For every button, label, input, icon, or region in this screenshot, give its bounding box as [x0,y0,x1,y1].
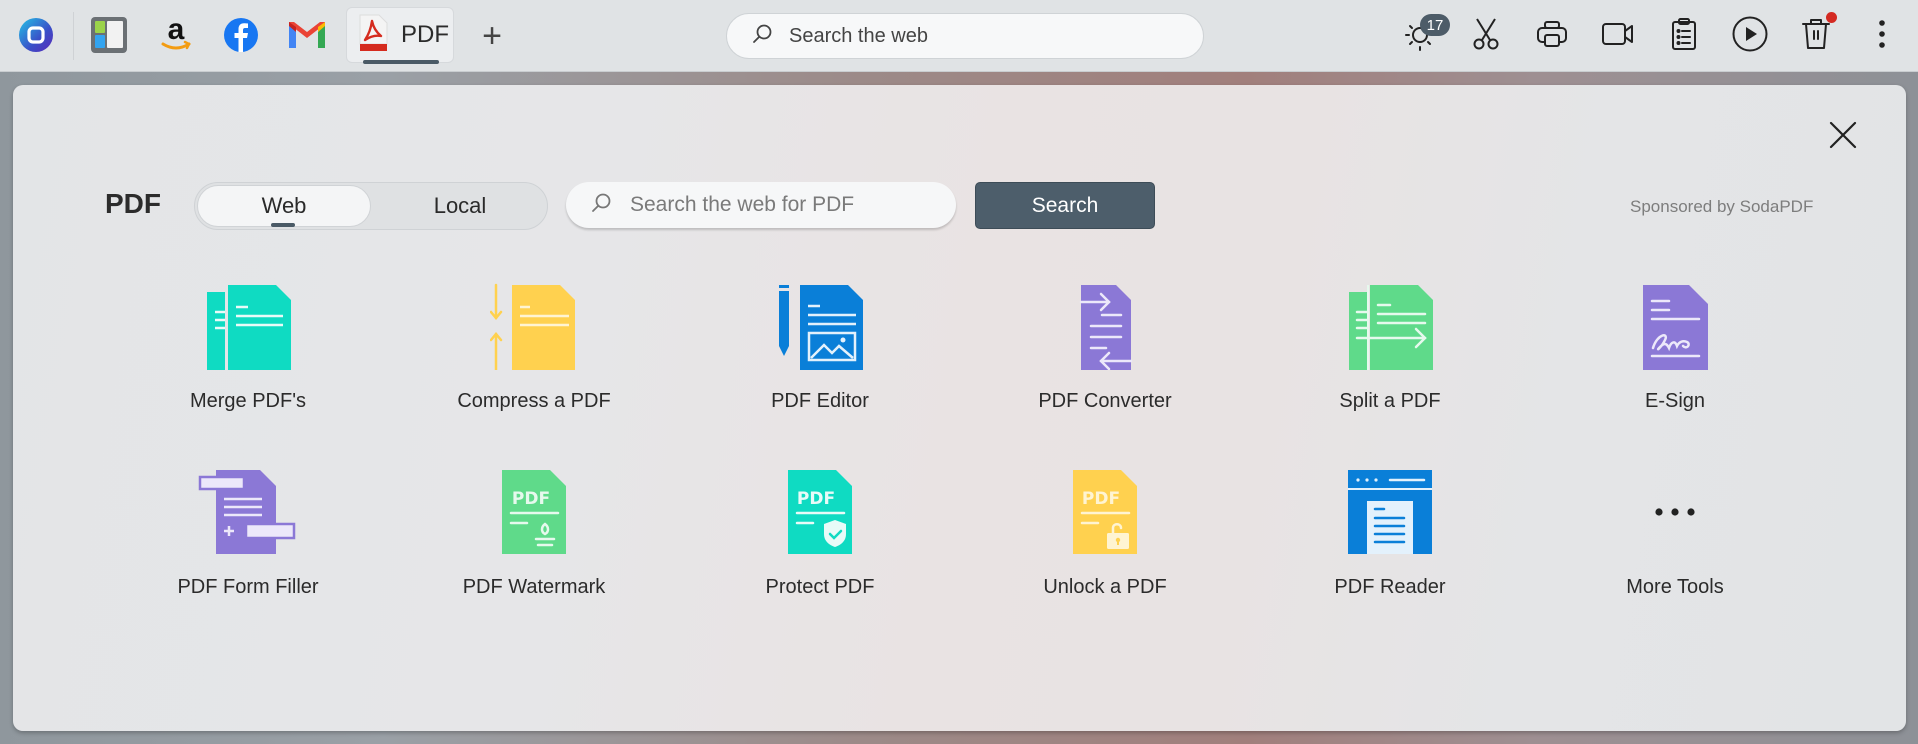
protect-pdf-icon: PDF [770,468,870,556]
print-icon [1536,19,1568,54]
form-filler-icon [198,468,298,556]
tool-label: PDF Watermark [462,576,606,598]
panel-title: PDF [105,188,161,219]
search-button[interactable]: Search [975,182,1155,229]
tool-more-tools[interactable]: More Tools [1555,468,1795,618]
play-icon [1731,15,1769,58]
pdf-search-bar[interactable] [566,182,956,228]
tool-label: Protect PDF [765,576,875,598]
tool-label: Split a PDF [1339,390,1441,412]
tool-label: PDF Reader [1334,576,1446,598]
trash-button[interactable] [1792,12,1840,60]
tool-label: Compress a PDF [457,390,611,412]
tool-label: More Tools [1626,576,1724,598]
new-tab-button[interactable]: + [470,14,514,58]
sidebar-app-icon[interactable] [86,12,132,58]
pdf-converter-icon [1055,282,1155,370]
tool-label: PDF Editor [771,390,869,412]
unlock-doc-text: PDF [1082,489,1120,509]
tool-compress-pdf[interactable]: Compress a PDF [414,282,654,432]
media-button[interactable] [1726,12,1774,60]
search-icon [590,192,612,219]
pdf-icon [357,14,389,57]
toggle-local[interactable]: Local [373,185,547,227]
pdf-search-input[interactable] [630,193,940,217]
merge-pdf-icon [198,282,298,370]
scissors-icon [1471,17,1501,56]
weather-button[interactable]: 17 [1396,12,1450,60]
web-search-bar[interactable] [726,13,1204,59]
record-button[interactable] [1594,12,1642,60]
active-tab-indicator [363,60,439,64]
clipboard-icon [1671,17,1697,56]
tool-label: E-Sign [1644,390,1706,412]
tool-form-filler[interactable]: PDF Form Filler [128,468,368,618]
web-search-input[interactable] [789,24,1169,48]
browser-toolbar: a PDF + Search the web 17 [0,0,1918,72]
esign-icon [1625,282,1725,370]
toggle-selected-indicator [271,223,295,227]
tool-protect-pdf[interactable]: PDF Protect PDF [700,468,940,618]
tool-pdf-reader[interactable]: PDF Reader [1270,468,1510,618]
watermark-doc-text: PDF [512,489,550,509]
tool-unlock-pdf[interactable]: PDF Unlock a PDF [985,468,1225,618]
notification-dot [1826,12,1837,23]
sponsored-label: Sponsored by SodaPDF [1630,197,1814,216]
weather-badge: 17 [1420,14,1450,36]
svg-text:a: a [168,15,185,46]
tool-pdf-editor[interactable]: PDF Editor [700,282,940,432]
tool-pdf-converter[interactable]: PDF Converter [985,282,1225,432]
gmail-icon[interactable] [284,12,330,58]
tool-label: Merge PDF's [189,390,307,412]
toolbar-divider [73,12,74,60]
tool-merge-pdf[interactable]: Merge PDF's [128,282,368,432]
watermark-icon: PDF [484,468,584,556]
close-icon [1826,121,1860,156]
unlock-pdf-icon: PDF [1055,468,1155,556]
source-toggle: Web Local [194,182,548,230]
search-icon [751,23,773,50]
amazon-icon[interactable]: a [153,12,199,58]
notes-button[interactable] [1660,12,1708,60]
compress-pdf-icon [484,282,584,370]
more-vert-icon [1877,18,1887,55]
tool-label: Unlock a PDF [1043,576,1167,598]
tool-split-pdf[interactable]: Split a PDF [1270,282,1510,432]
tool-label: PDF Form Filler [177,576,319,598]
protect-doc-text: PDF [797,489,835,509]
tab-label: PDF [401,21,449,48]
tool-watermark[interactable]: PDF PDF Watermark [414,468,654,618]
pdf-reader-icon [1340,468,1440,556]
tool-esign[interactable]: E-Sign [1555,282,1795,432]
tab-pdf[interactable]: PDF [346,7,454,64]
trash-icon [1801,17,1831,56]
split-pdf-icon [1340,282,1440,370]
tool-label: PDF Converter [1038,390,1172,412]
facebook-icon[interactable] [218,12,264,58]
screenshot-button[interactable] [1462,12,1510,60]
toggle-web[interactable]: Web [197,185,371,227]
more-menu-button[interactable] [1858,12,1906,60]
more-horiz-icon [1625,468,1725,556]
print-button[interactable] [1528,12,1576,60]
video-icon [1601,21,1635,52]
browser-logo-icon[interactable] [13,12,59,58]
close-button[interactable] [1826,118,1860,152]
pdf-editor-icon [770,282,870,370]
